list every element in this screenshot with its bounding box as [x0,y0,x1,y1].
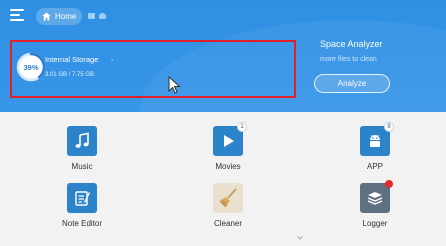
storage-percent: 39% [23,62,39,72]
internal-storage-card[interactable]: 39% Internal Storage › 3.01 GB / 7.75 GB [10,40,296,98]
broom-icon [213,183,243,213]
app-movies[interactable]: 1 Movies [193,122,263,182]
note-editor-icon [67,183,97,213]
storage-size: 3.01 GB / 7.75 GB [45,72,95,78]
music-icon [67,126,97,156]
analyze-button[interactable]: Analyze [314,74,390,93]
space-analyzer-title: Space Analyzer [320,39,383,49]
app-app[interactable]: 8 APP [340,122,410,182]
logger-icon [360,180,393,213]
app-note-editor[interactable]: Note Editor [47,183,117,239]
app-label: Note Editor [61,219,103,228]
app-logger[interactable]: Logger [340,180,410,239]
mouse-cursor-icon [168,76,181,94]
logger-notification-dot [385,180,393,188]
app-label: Movies [215,162,241,171]
storage-title: Internal Storage [45,55,99,64]
app-badge: 8 [384,122,394,132]
cloud-icon[interactable] [99,13,106,19]
movies-badge: 1 [237,122,247,132]
movies-icon: 1 [213,122,247,156]
app-label: Music [71,162,93,171]
menu-icon[interactable] [10,9,24,21]
home-label: Home [55,12,77,21]
network-icon[interactable] [88,13,95,19]
chevron-down-icon[interactable] [297,236,303,240]
app-label: Logger [362,219,388,228]
header: Home 39% Internal Storage › 3.01 GB / 7.… [0,0,446,112]
home-icon [42,12,51,21]
app-music[interactable]: Music [47,126,117,182]
space-analyzer-subtitle: more files to clean [320,56,377,63]
breadcrumb-home[interactable]: Home [36,8,82,25]
storage-arrow: › [111,57,114,64]
android-icon: 8 [360,122,394,156]
app-cleaner[interactable]: Cleaner [193,183,263,239]
app-label: Cleaner [213,219,242,228]
app-label: APP [366,162,383,171]
